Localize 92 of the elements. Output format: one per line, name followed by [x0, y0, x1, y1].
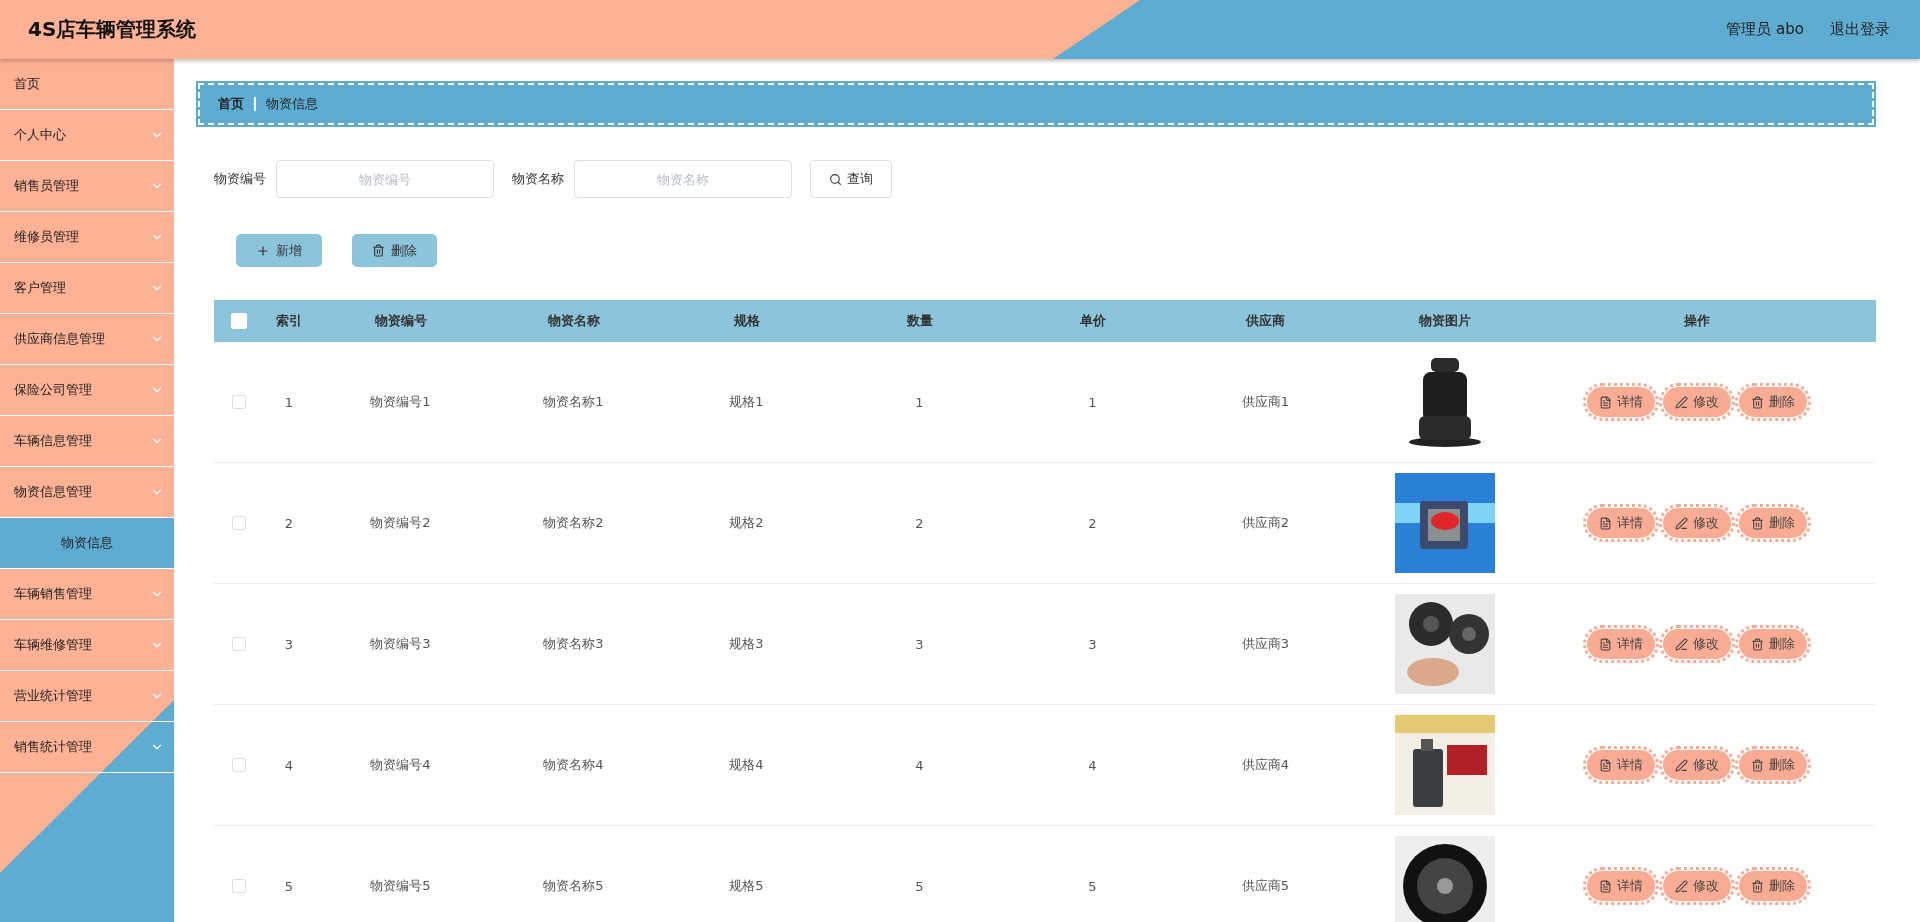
menu-item[interactable]: 维修员管理	[0, 212, 174, 263]
search-field[interactable]: 物资编号	[276, 160, 494, 198]
field-label: 物资名称	[512, 170, 564, 188]
table-cell-text: 物资编号3	[369, 635, 432, 653]
trash-icon	[1751, 516, 1764, 530]
document-icon	[1599, 395, 1612, 409]
column-header: 数量	[905, 312, 934, 330]
table-cell-text: 物资名称5	[542, 877, 605, 895]
table-cell-text: 物资名称1	[542, 393, 605, 411]
checkbox[interactable]	[232, 516, 246, 530]
column-header: 供应商	[1244, 312, 1286, 330]
table-cell-text: 供应商4	[1240, 756, 1291, 774]
column-header: 物资名称	[546, 312, 601, 330]
table-cell-text: 规格3	[728, 635, 765, 653]
table-cell-text: 1	[914, 394, 925, 410]
table-cell-text: 物资编号2	[369, 514, 432, 532]
table-cell-text: 规格2	[728, 514, 765, 532]
menu-item[interactable]: 首页	[0, 59, 174, 110]
document-icon	[1599, 516, 1612, 530]
pen-icon	[1675, 637, 1688, 651]
pen-icon	[1675, 758, 1688, 772]
menu-item[interactable]: 个人中心	[0, 110, 174, 161]
table-cell-text: 3	[1087, 636, 1098, 652]
menu-item[interactable]: 销售员管理	[0, 161, 174, 212]
column-header: 操作	[1683, 312, 1711, 330]
table-cell-text: 5	[283, 878, 295, 894]
delete-button[interactable]: 删除	[352, 234, 437, 267]
document-icon	[1599, 879, 1612, 893]
checkbox[interactable]	[232, 879, 246, 893]
table-cell-text: 3	[914, 636, 925, 652]
trash-icon	[1751, 879, 1764, 893]
table-cell-text: 供应商1	[1240, 393, 1291, 411]
document-icon	[1599, 637, 1612, 651]
search-button[interactable]: 查询	[810, 160, 892, 198]
column-header: 索引	[275, 312, 303, 330]
trash-icon	[1751, 395, 1764, 409]
column-header: 规格	[732, 312, 761, 330]
checkbox[interactable]	[232, 395, 246, 409]
menu-item[interactable]: 营业统计管理	[0, 671, 174, 722]
menu-item[interactable]: 车辆维修管理	[0, 620, 174, 671]
plus-icon	[256, 243, 270, 258]
breadcrumb-item: 物资信息	[266, 95, 318, 113]
app-title: 4S店车辆管理系统	[28, 16, 197, 43]
trash-icon	[372, 244, 385, 257]
table-cell-text: 3	[283, 636, 295, 652]
checkbox[interactable]	[232, 637, 246, 651]
pen-icon	[1675, 879, 1688, 893]
menu-item[interactable]: 供应商信息管理	[0, 314, 174, 365]
table-cell-text: 1	[283, 394, 295, 410]
pen-icon	[1675, 516, 1688, 530]
menu-item[interactable]: 车辆销售管理	[0, 569, 174, 620]
table-cell-text: 4	[283, 757, 295, 773]
menu-item[interactable]: 保险公司管理	[0, 365, 174, 416]
table-cell-text: 4	[914, 757, 925, 773]
table-cell-text: 物资名称4	[542, 756, 605, 774]
submenu-item[interactable]: 物资信息	[0, 518, 174, 569]
table-cell-text: 5	[914, 878, 925, 894]
trash-icon	[1751, 637, 1764, 651]
column-header: 物资图片	[1418, 312, 1472, 330]
table-cell-text: 物资编号5	[369, 877, 432, 895]
column-header: 单价	[1078, 312, 1107, 330]
table-cell-text: 物资编号4	[369, 756, 432, 774]
document-icon	[1599, 758, 1612, 772]
table-cell-text: 规格4	[728, 756, 765, 774]
table-cell-text: 供应商2	[1240, 514, 1291, 532]
logout-link[interactable]: 退出登录	[1830, 20, 1890, 39]
table-cell-text: 规格5	[728, 877, 765, 895]
user-name: 管理员 abo	[1726, 20, 1804, 39]
table-cell-text: 2	[283, 515, 295, 531]
table-cell-text: 4	[1087, 757, 1098, 773]
table-cell-text: 物资编号1	[369, 393, 432, 411]
table-cell-text: 供应商3	[1240, 635, 1291, 653]
trash-icon	[1751, 758, 1764, 772]
menu-item[interactable]: 销售统计管理	[0, 722, 174, 773]
table-cell-text: 供应商5	[1240, 877, 1291, 895]
table-cell-text: 5	[1087, 878, 1098, 894]
search-field[interactable]: 物资名称	[574, 160, 792, 198]
table-cell-text: 物资名称2	[542, 514, 605, 532]
table-cell-text: 2	[914, 515, 925, 531]
breadcrumb-item[interactable]: 首页	[218, 95, 244, 113]
column-header: 物资编号	[373, 312, 428, 330]
menu-item[interactable]: 客户管理	[0, 263, 174, 314]
checkbox[interactable]	[232, 758, 246, 772]
table-cell-text: 2	[1087, 515, 1098, 531]
field-label: 物资编号	[214, 170, 266, 188]
table-cell-text: 1	[1087, 394, 1098, 410]
add-button[interactable]: 新增	[236, 234, 322, 267]
table-cell-text: 物资名称3	[542, 635, 605, 653]
pen-icon	[1675, 395, 1688, 409]
search-icon	[829, 172, 842, 186]
table-cell-text: 规格1	[728, 393, 765, 411]
menu-item[interactable]: 车辆信息管理	[0, 416, 174, 467]
